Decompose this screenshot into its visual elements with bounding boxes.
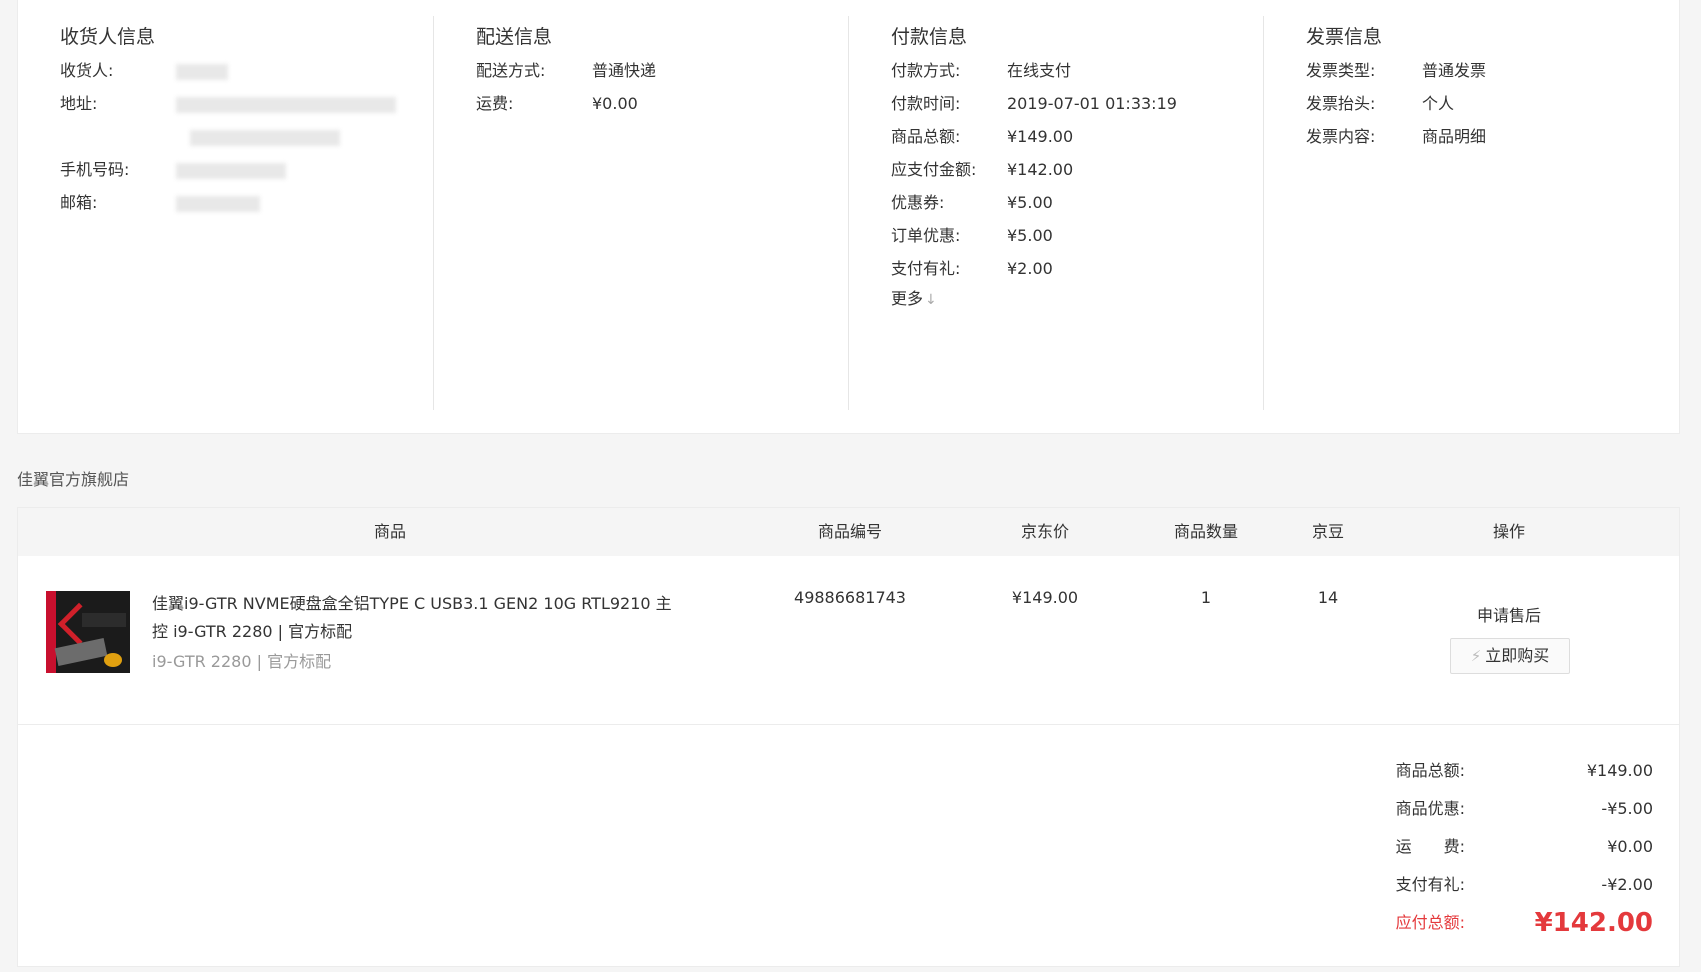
header-beans: 京豆 <box>1311 522 1345 541</box>
consignee-address-label: 地址: <box>60 94 98 113</box>
summary-row: 商品优惠: -¥5.00 <box>18 790 1679 828</box>
invoice-row-label: 发票抬头: <box>1306 94 1376 113</box>
payment-row-value: 在线支付 <box>1007 61 1072 80</box>
more-label: 更多 <box>891 289 924 308</box>
invoice-row-value: 普通发票 <box>1422 61 1487 80</box>
summary-row: 支付有礼: -¥2.00 <box>18 866 1679 904</box>
summary-row: 运 费: ¥0.00 <box>18 828 1679 866</box>
payment-row: 优惠券: ¥5.00 <box>891 186 1263 219</box>
consignee-address-redacted <box>176 87 396 153</box>
product-thumbnail[interactable] <box>46 591 130 673</box>
payment-title: 付款信息 <box>891 26 968 48</box>
consignee-email-row: 邮箱: <box>60 186 433 219</box>
invoice-row-value: 商品明细 <box>1422 127 1487 146</box>
payment-row-value: ¥149.00 <box>1007 127 1074 146</box>
order-info-panel: 收货人信息 收货人: 地址: 手机号码: 邮箱: 配送信息 配送方式: 普通快递 <box>17 0 1680 434</box>
consignee-title: 收货人信息 <box>60 26 156 48</box>
product-spec: i9-GTR 2280 | 官方标配 <box>152 652 332 671</box>
consignee-name-row: 收货人: <box>60 54 433 87</box>
product-price: ¥149.00 <box>1011 588 1079 607</box>
payment-row: 应支付金额: ¥142.00 <box>891 153 1263 186</box>
payment-row-value: ¥142.00 <box>1007 160 1074 179</box>
delivery-fee-value: ¥0.00 <box>592 94 638 113</box>
invoice-row: 发票类型: 普通发票 <box>1306 54 1678 87</box>
delivery-method-row: 配送方式: 普通快递 <box>476 54 848 87</box>
consignee-email-label: 邮箱: <box>60 193 98 212</box>
payment-row-label: 订单优惠: <box>891 226 961 245</box>
lightning-icon: ⚡ <box>1470 647 1482 665</box>
summary-grand-row: 应付总额: ¥142.00 <box>18 904 1679 942</box>
delivery-method-value: 普通快递 <box>592 61 657 80</box>
payment-row: 订单优惠: ¥5.00 <box>891 219 1263 252</box>
payment-row-label: 应支付金额: <box>891 160 977 179</box>
product-qty: 1 <box>1200 588 1212 607</box>
consignee-address-row: 地址: <box>60 87 433 153</box>
header-qty: 商品数量 <box>1173 522 1239 541</box>
delivery-fee-row: 运费: ¥0.00 <box>476 87 848 120</box>
consignee-name-redacted <box>176 54 228 87</box>
consignee-email-redacted <box>176 186 260 219</box>
delivery-section: 配送信息 配送方式: 普通快递 运费: ¥0.00 <box>433 16 848 410</box>
product-name-link[interactable]: 佳翼i9-GTR NVME硬盘盒全铝TYPE C USB3.1 GEN2 10G… <box>152 590 672 646</box>
consignee-name-label: 收货人: <box>60 61 114 80</box>
header-price: 京东价 <box>1020 522 1070 541</box>
payment-row: 付款方式: 在线支付 <box>891 54 1263 87</box>
payment-row-label: 付款时间: <box>891 94 961 113</box>
consignee-phone-redacted <box>176 153 286 186</box>
buy-now-label: 立即购买 <box>1485 646 1550 665</box>
payment-row-label: 付款方式: <box>891 61 961 80</box>
invoice-row: 发票内容: 商品明细 <box>1306 120 1678 153</box>
consignee-section: 收货人信息 收货人: 地址: 手机号码: 邮箱: <box>18 16 433 410</box>
summary-label: 商品总额: <box>1395 761 1465 780</box>
summary-label: 商品优惠: <box>1395 799 1465 818</box>
invoice-row-label: 发票类型: <box>1306 61 1376 80</box>
chevron-double-down-icon: ↓ <box>925 292 937 308</box>
summary-value: -¥5.00 <box>1601 799 1653 818</box>
invoice-row: 发票抬头: 个人 <box>1306 87 1678 120</box>
after-sale-link[interactable]: 申请售后 <box>1477 602 1541 626</box>
summary-row: 商品总额: ¥149.00 <box>18 752 1679 790</box>
consignee-phone-label: 手机号码: <box>60 160 130 179</box>
invoice-section: 发票信息 发票类型: 普通发票 发票抬头: 个人 发票内容: 商品明细 <box>1263 16 1678 410</box>
summary-value: -¥2.00 <box>1601 875 1653 894</box>
payment-more-toggle[interactable]: 更多 ↓ <box>891 285 1263 314</box>
buy-now-button[interactable]: ⚡ 立即购买 <box>1450 638 1570 674</box>
summary-value: ¥0.00 <box>1607 837 1653 856</box>
payment-row-label: 商品总额: <box>891 127 961 146</box>
summary-label: 支付有礼: <box>1395 875 1465 894</box>
delivery-title: 配送信息 <box>476 26 553 48</box>
payment-row-value: ¥5.00 <box>1007 226 1053 245</box>
payment-row: 商品总额: ¥149.00 <box>891 120 1263 153</box>
grand-total-value: ¥142.00 <box>1534 908 1653 938</box>
grand-total-label: 应付总额: <box>1395 913 1465 932</box>
table-row: 佳翼i9-GTR NVME硬盘盒全铝TYPE C USB3.1 GEN2 10G… <box>18 556 1679 725</box>
payment-row-value: ¥2.00 <box>1007 259 1053 278</box>
delivery-method-label: 配送方式: <box>476 61 546 80</box>
payment-row-label: 支付有礼: <box>891 259 961 278</box>
header-action: 操作 <box>1492 522 1526 541</box>
goods-table: 商品 商品编号 京东价 商品数量 京豆 操作 佳翼i9-GTR NVME硬盘盒全… <box>17 507 1680 967</box>
payment-row-label: 优惠券: <box>891 193 945 212</box>
invoice-title: 发票信息 <box>1306 26 1383 48</box>
table-header: 商品 商品编号 京东价 商品数量 京豆 操作 <box>18 508 1679 556</box>
summary-label: 运 费: <box>1395 837 1465 856</box>
invoice-row-label: 发票内容: <box>1306 127 1376 146</box>
product-sku: 49886681743 <box>794 588 906 607</box>
payment-section: 付款信息 付款方式: 在线支付 付款时间: 2019-07-01 01:33:19 … <box>848 16 1263 410</box>
payment-row-value: 2019-07-01 01:33:19 <box>1007 94 1177 113</box>
payment-row: 付款时间: 2019-07-01 01:33:19 <box>891 87 1263 120</box>
payment-row-value: ¥5.00 <box>1007 193 1053 212</box>
header-sku: 商品编号 <box>817 522 883 541</box>
summary-value: ¥149.00 <box>1586 761 1653 780</box>
invoice-row-value: 个人 <box>1422 94 1455 113</box>
consignee-phone-row: 手机号码: <box>60 153 433 186</box>
shop-name-link[interactable]: 佳翼官方旗舰店 <box>17 466 129 490</box>
product-beans: 14 <box>1317 588 1339 607</box>
header-goods: 商品 <box>373 522 407 541</box>
delivery-fee-label: 运费: <box>476 94 514 113</box>
payment-row: 支付有礼: ¥2.00 <box>891 252 1263 285</box>
